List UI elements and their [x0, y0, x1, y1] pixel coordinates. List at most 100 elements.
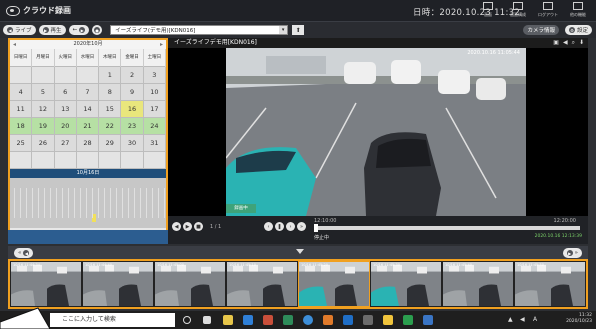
calendar-day[interactable]: 22: [99, 118, 122, 135]
rewind-button[interactable]: ◀: [172, 222, 181, 231]
thumbnail[interactable]: 10/16 11:45:40: [443, 262, 513, 306]
video-frame[interactable]: 2020.10.16 11:05:44: [226, 48, 526, 216]
app-gray-icon[interactable]: [363, 315, 373, 325]
taskbar-search[interactable]: ここに入力して検索: [50, 313, 175, 327]
calendar-day[interactable]: 25: [10, 135, 33, 152]
timeline-tick: [158, 188, 159, 218]
calendar-day[interactable]: 28: [76, 135, 100, 152]
thumbnail[interactable]: 10/16 11:45:10: [227, 262, 297, 306]
thumbs-next-button[interactable]: ▶»: [562, 248, 582, 258]
camera-info-button[interactable]: カメラ情報: [523, 25, 559, 35]
store-icon[interactable]: [243, 315, 253, 325]
fast-forward-button[interactable]: »: [297, 222, 306, 231]
folder-icon[interactable]: [383, 315, 393, 325]
calendar-day[interactable]: 30: [121, 135, 144, 152]
layout-button[interactable]: 画面構成: [508, 2, 528, 18]
calendar-day[interactable]: 8: [99, 84, 122, 101]
calendar-day[interactable]: 3: [143, 67, 166, 84]
calendar-day[interactable]: 17: [143, 101, 166, 118]
calendar-day: [32, 152, 55, 169]
upload-button[interactable]: ⬆: [292, 25, 305, 35]
prev-frame-button[interactable]: ‹: [264, 222, 273, 231]
calendar-day[interactable]: 11: [10, 101, 33, 118]
thumbnail[interactable]: 10/16 11:45:20: [298, 261, 370, 307]
calendar-day[interactable]: 1: [99, 67, 122, 84]
calendar-day[interactable]: 4: [10, 84, 33, 101]
calendar-day[interactable]: 27: [54, 135, 77, 152]
calendar-day[interactable]: 19: [32, 118, 55, 135]
network-icon[interactable]: ▲: [508, 316, 513, 323]
edge-icon[interactable]: [303, 315, 313, 325]
calendar-day[interactable]: 21: [76, 118, 100, 135]
calendar-day[interactable]: 13: [54, 101, 77, 118]
next-month-icon[interactable]: ▸: [160, 40, 163, 49]
volume-icon[interactable]: ◀: [563, 39, 568, 47]
playback-button[interactable]: ▶ 再生: [38, 25, 66, 35]
calendar-day[interactable]: 31: [143, 135, 166, 152]
download-icon[interactable]: ⬇: [579, 39, 584, 47]
timeline-tick: [152, 188, 153, 218]
day-timeline[interactable]: [10, 178, 166, 228]
pause-button[interactable]: ❚: [275, 222, 284, 231]
calendar-day[interactable]: 12: [32, 101, 55, 118]
calendar-day[interactable]: 2: [121, 67, 144, 84]
thumbnail-timestamp: 10/16 11:44:34: [13, 263, 40, 267]
app-red-icon[interactable]: [263, 315, 273, 325]
timeline-tick: [68, 188, 69, 218]
timeline-tick: [62, 188, 63, 218]
calendar-day[interactable]: 16: [121, 101, 144, 118]
explorer-icon[interactable]: [223, 315, 233, 325]
calendar-day[interactable]: 24: [143, 118, 166, 135]
task-view-icon[interactable]: [183, 316, 191, 324]
calendar-day[interactable]: 20: [54, 118, 77, 135]
app-orange-icon[interactable]: [323, 315, 333, 325]
timeline-tick: [164, 188, 165, 218]
toolbar: ◀ ライブ ▶ 再生 ← ▶ ● イーズライフ(デモ用)[KDN016] ▾ ⬆ カメ…: [0, 22, 596, 38]
zoom-icon[interactable]: ⌕: [572, 39, 575, 47]
calendar-day[interactable]: 18: [10, 118, 33, 135]
app-green-icon[interactable]: [283, 315, 293, 325]
calendar-day[interactable]: 10: [143, 84, 166, 101]
ie-icon[interactable]: [343, 315, 353, 325]
calendar-day[interactable]: 5: [32, 84, 55, 101]
calendar-day[interactable]: 7: [76, 84, 100, 101]
display-button[interactable]: 画面: [478, 2, 498, 18]
calendar-day[interactable]: 29: [99, 135, 122, 152]
ime-indicator[interactable]: A: [533, 316, 537, 323]
windows-taskbar: ここに入力して検索 ▲ ◀ A 11:32 2020/10/23: [0, 311, 596, 329]
refresh-button[interactable]: ●: [92, 25, 103, 35]
thumbnail[interactable]: 10/16 11:45:00: [155, 262, 225, 306]
play-button[interactable]: ▶: [183, 222, 192, 231]
snapshot-icon[interactable]: ▣: [553, 39, 559, 47]
logout-button[interactable]: ログアウト: [538, 2, 558, 18]
widgets-icon[interactable]: [203, 316, 211, 324]
calendar-day[interactable]: 14: [76, 101, 100, 118]
thumbnail[interactable]: 10/16 11:44:40: [83, 262, 153, 306]
tray-clock[interactable]: 11:32 2020/10/23: [566, 313, 592, 325]
calendar-day[interactable]: 23: [121, 118, 144, 135]
excel-icon[interactable]: [403, 315, 413, 325]
apps-button[interactable]: 他の機能: [568, 2, 588, 18]
timeline-tick: [14, 188, 15, 218]
seek-bar[interactable]: [314, 226, 580, 230]
back-button[interactable]: ← ▶: [68, 25, 90, 35]
calendar-day[interactable]: 26: [32, 135, 55, 152]
seek-handle[interactable]: [314, 224, 318, 232]
camera-select[interactable]: イーズライフ(デモ用)[KDN016] ▾: [110, 25, 289, 35]
thumbnail[interactable]: 10/16 11:45:50: [515, 262, 585, 306]
settings-button[interactable]: ⚙ 設定: [564, 25, 592, 35]
calendar-day[interactable]: 15: [99, 101, 122, 118]
calendar-day[interactable]: 9: [121, 84, 144, 101]
stop-button[interactable]: ■: [194, 222, 203, 231]
arrow-left-icon: ◀: [7, 27, 13, 33]
thumbnail[interactable]: 10/16 11:45:30: [371, 262, 441, 306]
thumbnail-image: [371, 262, 441, 306]
prev-month-icon[interactable]: ◂: [13, 40, 16, 49]
volume-tray-icon[interactable]: ◀: [520, 316, 525, 323]
calendar-day[interactable]: 6: [54, 84, 77, 101]
live-button[interactable]: ◀ ライブ: [3, 25, 36, 35]
collapse-icon[interactable]: [296, 249, 304, 254]
next-frame-button[interactable]: ›: [286, 222, 295, 231]
thumbs-prev-button[interactable]: «◀: [14, 248, 34, 258]
active-app-icon[interactable]: [423, 315, 433, 325]
